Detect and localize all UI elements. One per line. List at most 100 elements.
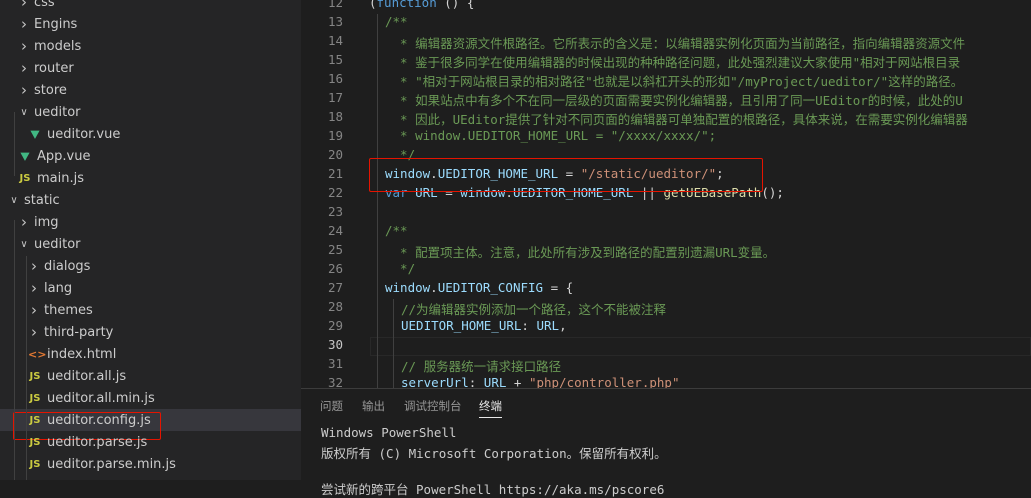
- explorer-folder-item[interactable]: › Engins: [0, 13, 301, 35]
- code-line[interactable]: 25 * 配置项主体。注意，此处所有涉及到路径的配置别遗漏URL变量。: [301, 242, 1031, 261]
- code-token: ,: [559, 318, 567, 333]
- code-text: var URL = window.UEDITOR_HOME_URL || get…: [385, 185, 784, 200]
- code-token: :: [468, 375, 484, 388]
- code-line[interactable]: 12 (function () {: [301, 0, 1031, 14]
- explorer-file-item[interactable]: ▼ ueditor.vue: [0, 123, 301, 145]
- chevron-right-icon: ›: [31, 301, 37, 319]
- code-token: URL: [536, 318, 560, 333]
- code-token: window: [460, 185, 506, 200]
- explorer-item-label: ueditor.vue: [47, 126, 121, 142]
- explorer-file-item[interactable]: JS ueditor.parse.js: [0, 431, 301, 453]
- code-editor[interactable]: 12 (function () {13 /** 14 * 编辑器资源文件根路径。它所表…: [301, 0, 1031, 388]
- code-line[interactable]: 23: [301, 204, 1031, 223]
- line-number: 26: [327, 261, 343, 276]
- chevron-down-icon: ∨: [20, 238, 28, 250]
- explorer-item-label: App.vue: [37, 148, 91, 164]
- code-line[interactable]: 20 */: [301, 147, 1031, 166]
- explorer-file-item[interactable]: JS ueditor.all.min.js: [0, 387, 301, 409]
- code-line[interactable]: 17 * 如果站点中有多个不在同一层级的页面需要实例化编辑器，且引用了同一UEd…: [301, 90, 1031, 109]
- code-token: UEDITOR_HOME_URL: [437, 166, 559, 181]
- code-line[interactable]: 29 UEDITOR_HOME_URL: URL,: [301, 318, 1031, 337]
- line-number: 32: [327, 375, 343, 388]
- explorer-file-item[interactable]: <> index.html: [0, 343, 301, 365]
- indent-guide: [14, 112, 15, 176]
- code-token: /**: [385, 14, 408, 29]
- line-number: 19: [327, 128, 343, 143]
- chevron-right-icon: ›: [21, 0, 27, 11]
- explorer-item-label: Engins: [34, 16, 78, 32]
- code-text: * "相对于网站根目录的相对路径"也就是以斜杠开头的形如"/myProject/…: [385, 71, 963, 90]
- code-line[interactable]: 21 window.UEDITOR_HOME_URL = "/static/ued…: [301, 166, 1031, 185]
- code-line[interactable]: 22 var URL = window.UEDITOR_HOME_URL || g…: [301, 185, 1031, 204]
- explorer-folder-item[interactable]: › dialogs: [0, 255, 301, 277]
- code-line[interactable]: 28 //为编辑器实例添加一个路径，这个不能被注释: [301, 299, 1031, 318]
- code-line[interactable]: 19 * window.UEDITOR_HOME_URL = "/xxxx/xx…: [301, 128, 1031, 147]
- code-token: UEDITOR_HOME_URL: [512, 185, 634, 200]
- code-token: "php/controller.php": [528, 375, 680, 388]
- code-line[interactable]: 14 * 编辑器资源文件根路径。它所表示的含义是：以编辑器实例化页面为当前路径，…: [301, 33, 1031, 52]
- panel-tab[interactable]: 输出: [362, 398, 385, 414]
- explorer-file-item[interactable]: JS ueditor.config.js: [0, 409, 301, 431]
- js-file-icon: JS: [29, 370, 41, 382]
- line-number: 18: [327, 109, 343, 124]
- explorer-file-item[interactable]: JS main.js: [0, 167, 301, 189]
- line-number: 27: [327, 280, 343, 295]
- line-number: 23: [327, 204, 343, 219]
- code-text: */: [385, 261, 415, 276]
- code-line[interactable]: 18 * 因此，UEditor提供了针对不同页面的编辑器可单独配置的根路径，具体…: [301, 109, 1031, 128]
- line-number: 31: [327, 356, 343, 371]
- code-line[interactable]: 15 * 鉴于很多同学在使用编辑器的时候出现的种种路径问题，此处强烈建议大家使用…: [301, 52, 1031, 71]
- code-token: :: [521, 318, 537, 333]
- code-text: /**: [385, 223, 408, 238]
- explorer-item-label: css: [34, 0, 55, 10]
- explorer-folder-item[interactable]: › models: [0, 35, 301, 57]
- code-token: +: [506, 375, 529, 388]
- code-text: serverUrl: URL + "php/controller.php": [401, 375, 679, 388]
- code-token: ;: [716, 166, 724, 181]
- code-text: * 因此，UEditor提供了针对不同页面的编辑器可单独配置的根路径，具体来说，…: [385, 109, 968, 128]
- code-token: window: [385, 166, 431, 181]
- indent-guide: [377, 14, 378, 388]
- explorer-item-label: models: [34, 38, 82, 54]
- code-line[interactable]: 27 window.UEDITOR_CONFIG = {: [301, 280, 1031, 299]
- panel-tab[interactable]: 终端: [479, 398, 502, 418]
- code-line[interactable]: 30: [301, 337, 1031, 356]
- code-token: * 配置项主体。注意，此处所有涉及到路径的配置别遗漏URL变量。: [385, 245, 776, 260]
- explorer-file-item[interactable]: ▼ App.vue: [0, 145, 301, 167]
- explorer-item-label: themes: [44, 302, 93, 318]
- explorer-folder-item[interactable]: › lang: [0, 277, 301, 299]
- explorer-file-item[interactable]: JS ueditor.all.js: [0, 365, 301, 387]
- code-token: * 鉴于很多同学在使用编辑器的时候出现的种种路径问题，此处强烈建议大家使用"相对…: [385, 55, 961, 70]
- code-line[interactable]: 16 * "相对于网站根目录的相对路径"也就是以斜杠开头的形如"/myProje…: [301, 71, 1031, 90]
- code-token: (: [369, 0, 377, 10]
- chevron-right-icon: ›: [21, 37, 27, 55]
- code-line[interactable]: 31 // 服务器统一请求接口路径: [301, 356, 1031, 375]
- panel-tab[interactable]: 问题: [320, 398, 343, 414]
- code-token: ||: [633, 185, 664, 200]
- explorer-folder-item[interactable]: › themes: [0, 299, 301, 321]
- panel-tab[interactable]: 调试控制台: [404, 398, 462, 414]
- code-line[interactable]: 26 */: [301, 261, 1031, 280]
- explorer-folder-item[interactable]: › img: [0, 211, 301, 233]
- code-token: * 编辑器资源文件根路径。它所表示的含义是：以编辑器实例化页面为当前路径，指向编…: [385, 36, 966, 51]
- chevron-right-icon: ›: [21, 59, 27, 77]
- code-line[interactable]: 24 /**: [301, 223, 1031, 242]
- code-text: //为编辑器实例添加一个路径，这个不能被注释: [401, 299, 666, 318]
- code-text: (function () {: [369, 0, 474, 10]
- chevron-down-icon: ∨: [10, 194, 18, 206]
- explorer-folder-item[interactable]: ∨ ueditor: [0, 233, 301, 255]
- explorer-folder-item[interactable]: › store: [0, 79, 301, 101]
- code-token: // 服务器统一请求接口路径: [401, 359, 562, 374]
- explorer-file-item[interactable]: JS ueditor.parse.min.js: [0, 453, 301, 475]
- explorer-folder-item[interactable]: › third-party: [0, 321, 301, 343]
- indent-guide: [14, 220, 15, 480]
- explorer-folder-item[interactable]: › router: [0, 57, 301, 79]
- explorer-item-label: ueditor.parse.min.js: [47, 456, 176, 472]
- explorer-folder-item[interactable]: › css: [0, 0, 301, 13]
- code-line[interactable]: 13 /**: [301, 14, 1031, 33]
- code-token: */: [385, 147, 416, 162]
- explorer-folder-item[interactable]: ∨ ueditor: [0, 101, 301, 123]
- code-line[interactable]: 32 serverUrl: URL + "php/controller.php": [301, 375, 1031, 388]
- explorer-folder-item[interactable]: ∨ static: [0, 189, 301, 211]
